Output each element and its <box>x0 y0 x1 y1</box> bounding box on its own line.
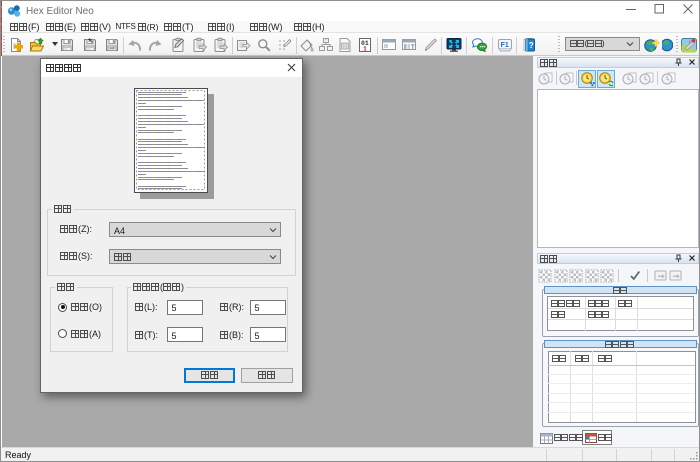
svg-text:?: ? <box>528 40 533 50</box>
svg-text:*: * <box>88 37 93 49</box>
svg-text:1: 1 <box>363 46 367 53</box>
svg-text:T: T <box>411 45 415 51</box>
svg-text:F1: F1 <box>500 42 508 49</box>
